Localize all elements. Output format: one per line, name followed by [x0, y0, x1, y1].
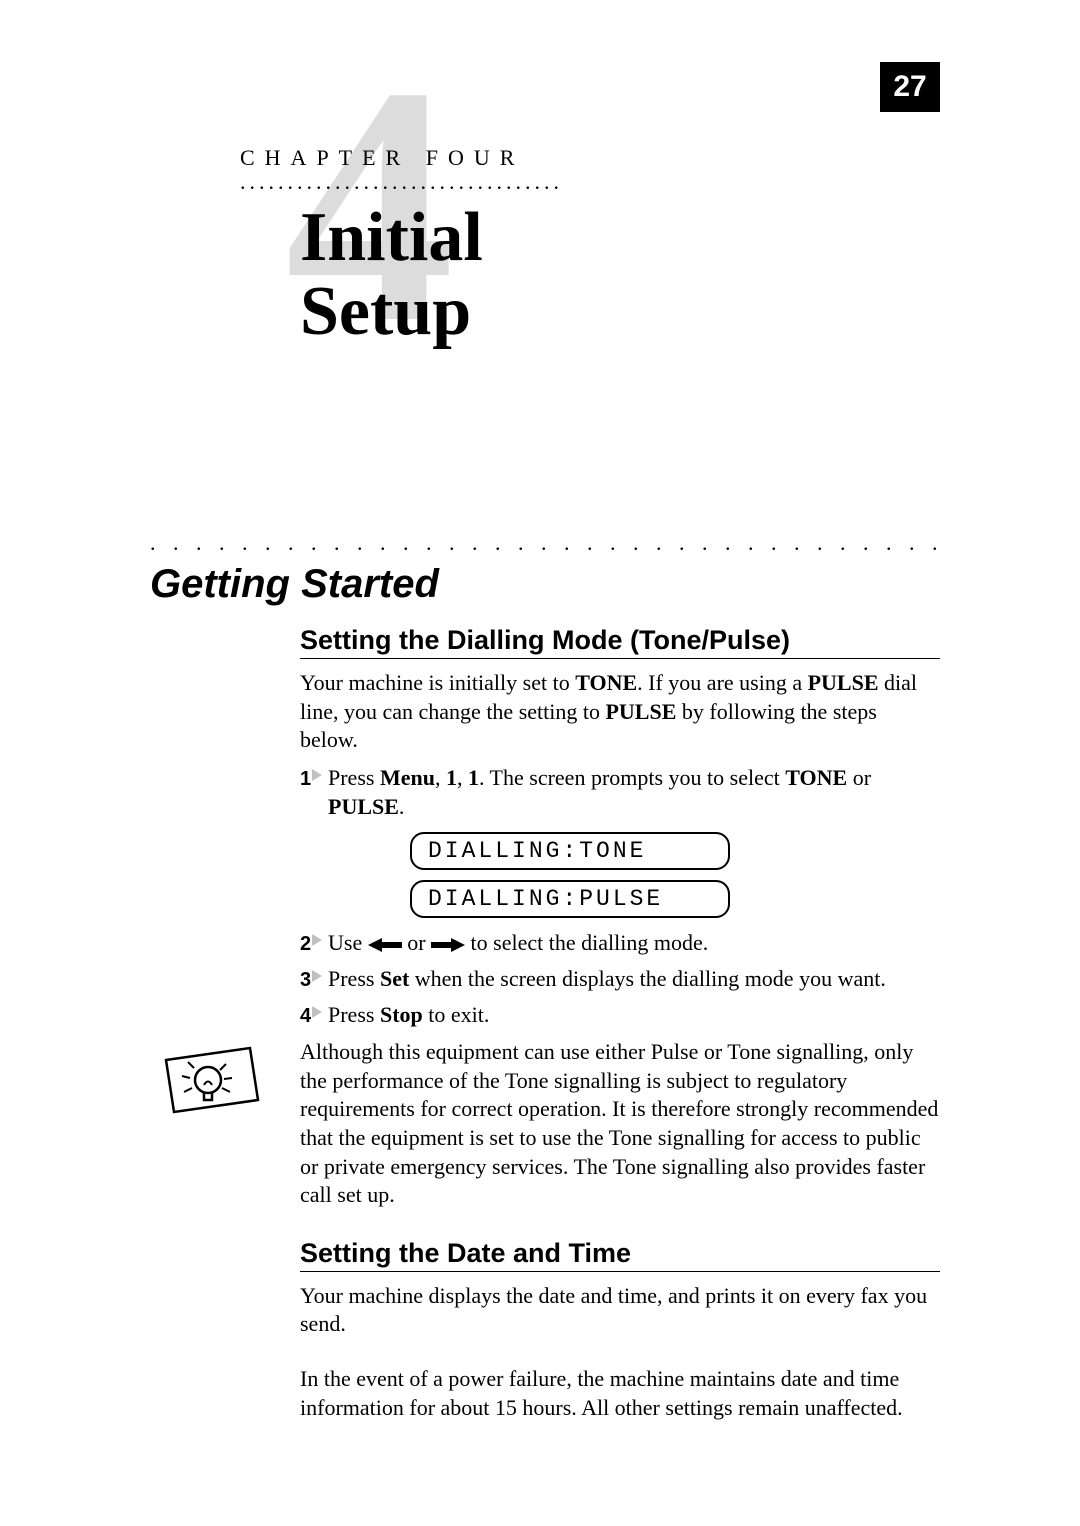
step-4: 4 Press Stop to exit. [300, 1000, 940, 1030]
left-arrow-icon [368, 938, 402, 952]
step-3: 3 Press Set when the screen displays the… [300, 964, 940, 994]
lcd-display-pulse: DIALLING:PULSE [410, 880, 730, 918]
chapter-dotted-rule: .................................. [240, 169, 940, 195]
step-number-icon: 2 [300, 928, 322, 958]
page-number: 27 [880, 62, 940, 112]
lcd-display-tone: DIALLING:TONE [410, 832, 730, 870]
lcd-display-group: DIALLING:TONE DIALLING:PULSE [410, 832, 940, 918]
date-time-para-1: Your machine displays the date and time,… [300, 1282, 940, 1339]
chapter-header: 4 CHAPTER FOUR .........................… [240, 145, 940, 435]
lightbulb-note-icon [150, 1038, 280, 1127]
subheading-dialling-mode: Setting the Dialling Mode (Tone/Pulse) [300, 625, 940, 659]
step-number-icon: 3 [300, 964, 322, 994]
date-time-para-2: In the event of a power failure, the mac… [300, 1365, 940, 1422]
step-number-icon: 4 [300, 1000, 322, 1030]
chapter-title: Initial Setup [300, 201, 940, 348]
chapter-label: CHAPTER FOUR [240, 145, 940, 171]
right-arrow-icon [431, 938, 465, 952]
chapter-title-line1: Initial [300, 199, 483, 276]
intro-paragraph: Your machine is initially set to TONE. I… [300, 669, 940, 755]
chapter-title-line2: Setup [300, 273, 471, 350]
note-text: Although this equipment can use either P… [300, 1038, 940, 1210]
section-title: Getting Started [150, 562, 940, 607]
subheading-date-time: Setting the Date and Time [300, 1238, 940, 1272]
step-1: 1 Press Menu, 1, 1. The screen prompts y… [300, 763, 940, 822]
section-dotted-rule: . . . . . . . . . . . . . . . . . . . . … [150, 530, 940, 556]
step-number-icon: 1 [300, 763, 322, 793]
step-2: 2 Use or to select the dialling mode. [300, 928, 940, 958]
note-block: Although this equipment can use either P… [150, 1038, 940, 1210]
